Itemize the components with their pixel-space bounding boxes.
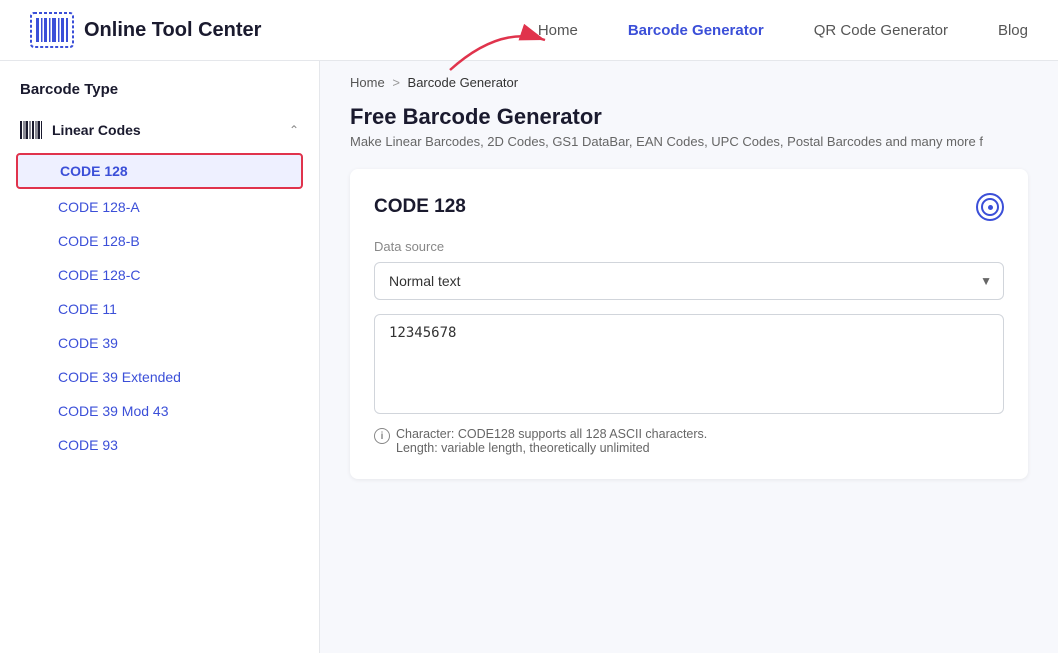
sidebar-title: Barcode Type [0,81,319,113]
card-header: CODE 128 [374,193,1004,221]
nav-home[interactable]: Home [538,22,578,39]
header: Online Tool Center Home Barcode Generato… [0,0,1058,61]
nav-barcode-generator[interactable]: Barcode Generator [628,22,764,39]
main-layout: Barcode Type Linear Codes [0,61,1058,653]
logo-icon [30,12,74,48]
breadcrumb: Home > Barcode Generator [320,61,1058,104]
page-subtitle: Make Linear Barcodes, 2D Codes, GS1 Data… [350,134,1028,149]
main-content: Home > Barcode Generator Free Barcode Ge… [320,61,1058,653]
info-text: i Character: CODE128 supports all 128 AS… [374,427,1004,455]
info-content: Character: CODE128 supports all 128 ASCI… [396,427,707,455]
breadcrumb-home[interactable]: Home [350,75,385,90]
data-source-label: Data source [374,239,1004,254]
sidebar-item-code39mod43[interactable]: CODE 39 Mod 43 [16,395,303,427]
section-label: Linear Codes [52,122,141,138]
card-title: CODE 128 [374,196,466,218]
sidebar: Barcode Type Linear Codes [0,61,320,653]
target-icon[interactable] [976,193,1004,221]
sidebar-section-linear: Linear Codes ⌃ CODE 128 CODE 128-A CODE … [0,113,319,467]
data-source-select[interactable]: Normal text Hex string Base64 [374,262,1004,300]
target-dot [988,205,993,210]
nav-blog[interactable]: Blog [998,22,1028,39]
logo-area: Online Tool Center [30,12,261,48]
sidebar-item-code39ext[interactable]: CODE 39 Extended [16,361,303,393]
sidebar-section-header-left: Linear Codes [20,121,141,139]
sidebar-item-code39[interactable]: CODE 39 [16,327,303,359]
logo-text: Online Tool Center [84,19,261,42]
barcode-icon [20,121,42,139]
content-inner: Free Barcode Generator Make Linear Barco… [320,104,1058,509]
barcode-card: CODE 128 Data source Normal text Hex str… [350,169,1028,479]
sidebar-item-code93[interactable]: CODE 93 [16,429,303,461]
sidebar-item-code128[interactable]: CODE 128 [16,153,303,189]
sidebar-item-code128b[interactable]: CODE 128-B [16,225,303,257]
nav-qr-code-generator[interactable]: QR Code Generator [814,22,948,39]
sidebar-section-header[interactable]: Linear Codes ⌃ [10,113,309,147]
main-nav: Home Barcode Generator QR Code Generator… [538,22,1028,39]
data-source-wrapper: Normal text Hex string Base64 ▼ [374,262,1004,300]
sidebar-item-code128c[interactable]: CODE 128-C [16,259,303,291]
barcode-data-textarea[interactable]: 12345678 [374,314,1004,414]
chevron-up-icon: ⌃ [289,123,299,137]
sidebar-items-list: CODE 128 CODE 128-A CODE 128-B CODE 128-… [10,147,309,467]
breadcrumb-current: Barcode Generator [408,75,519,90]
info-line2: Length: variable length, theoretically u… [396,441,707,455]
sidebar-item-code128a[interactable]: CODE 128-A [16,191,303,223]
sidebar-item-code11[interactable]: CODE 11 [16,293,303,325]
page-title: Free Barcode Generator [350,104,1028,130]
info-line1: Character: CODE128 supports all 128 ASCI… [396,427,707,441]
info-icon: i [374,428,390,444]
breadcrumb-separator: > [392,75,400,90]
